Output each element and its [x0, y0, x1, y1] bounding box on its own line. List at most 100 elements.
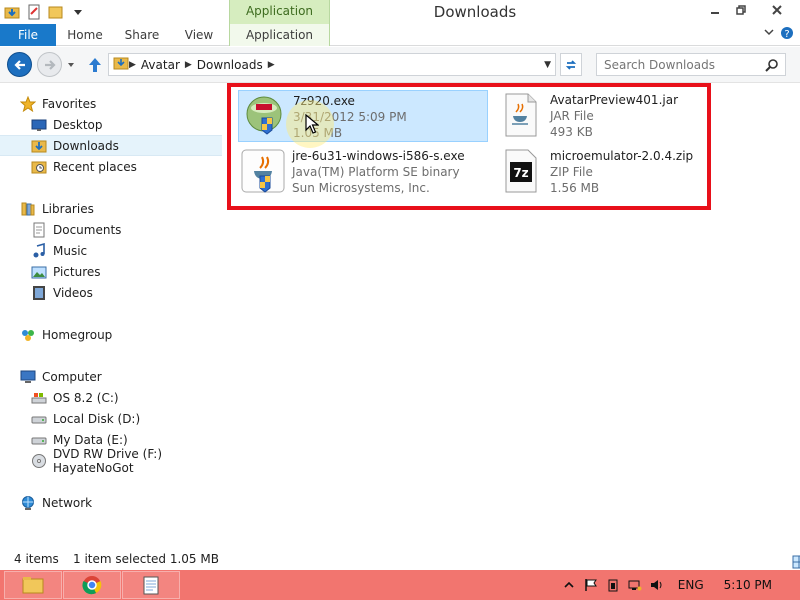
svg-text:?: ? [784, 29, 789, 40]
new-folder-icon[interactable] [46, 2, 66, 22]
show-hidden-icons-icon[interactable] [560, 577, 578, 593]
minimize-button[interactable] [702, 0, 728, 20]
file-name: AvatarPreview401.jar [550, 93, 679, 107]
tab-application[interactable]: Application [229, 24, 330, 46]
flag-icon[interactable] [582, 577, 600, 593]
installer-icon [239, 91, 289, 141]
dvd-drive-icon [31, 453, 47, 469]
file-name: jre-6u31-windows-i586-s.exe [292, 149, 465, 163]
sidebar-item-homegroup[interactable]: Homegroup [0, 324, 222, 345]
network-icon [20, 495, 36, 511]
network-status-icon[interactable] [626, 577, 644, 593]
sidebar-item-computer[interactable]: Computer [0, 366, 222, 387]
folder-download-icon[interactable] [2, 2, 22, 22]
file-item-7z920[interactable]: 7z920.exe 3/31/2012 5:09 PM 1.05 MB [238, 90, 488, 142]
notepad-icon [143, 576, 159, 595]
expand-ribbon-icon[interactable] [764, 26, 774, 43]
restore-button[interactable] [728, 0, 754, 20]
desktop-icon [31, 117, 47, 133]
videos-icon [31, 285, 47, 301]
sidebar-item-label: OS 8.2 (C:) [53, 390, 119, 405]
tab-view[interactable]: View [170, 24, 228, 46]
file-item-avatarpreview[interactable]: AvatarPreview401.jar JAR File 493 KB [496, 90, 706, 142]
file-type: ZIP File [550, 165, 593, 179]
hard-drive-icon [31, 432, 47, 448]
title-bar: Application Tools Downloads [0, 0, 800, 40]
volume-icon[interactable] [648, 577, 666, 593]
computer-icon [20, 369, 36, 385]
taskbar-notepad[interactable] [122, 571, 180, 599]
chevron-down-icon [68, 63, 74, 67]
breadcrumb-separator-icon[interactable]: ▶ [129, 60, 136, 70]
customize-toolbar-icon[interactable] [68, 2, 88, 22]
tab-share[interactable]: Share [114, 24, 170, 46]
system-drive-icon [31, 390, 47, 406]
search-box[interactable] [596, 53, 786, 76]
libraries-icon [20, 201, 36, 217]
file-item-microemulator[interactable]: 7z microemulator-2.0.4.zip ZIP File 1.56… [496, 146, 706, 198]
sidebar-item-drive-c[interactable]: OS 8.2 (C:) [0, 387, 222, 408]
recent-locations-dropdown[interactable] [66, 59, 76, 69]
sidebar-item-label: Computer [42, 369, 102, 384]
tab-home[interactable]: Home [56, 24, 114, 46]
breadcrumb-separator-icon[interactable]: ▶ [268, 60, 275, 70]
tab-file[interactable]: File [0, 24, 56, 46]
sidebar-item-desktop[interactable]: Desktop [0, 114, 222, 135]
search-input[interactable] [604, 57, 764, 72]
star-icon [19, 95, 37, 112]
sidebar-item-label: Pictures [53, 264, 101, 279]
taskbar-chrome[interactable] [63, 571, 121, 599]
sidebar-item-label: Favorites [42, 96, 97, 111]
sidebar-item-videos[interactable]: Videos [0, 282, 222, 303]
sidebar-item-label: Downloads [53, 138, 119, 153]
breadcrumb-avatar[interactable]: Avatar [136, 58, 185, 72]
7z-archive-icon: 7z [496, 146, 546, 196]
refresh-button[interactable] [560, 53, 582, 76]
address-bar[interactable]: ▶ Avatar ▶ Downloads ▶ ▼ [108, 53, 556, 76]
sidebar-item-libraries[interactable]: Libraries [0, 198, 222, 219]
taskbar-file-explorer[interactable] [4, 571, 62, 599]
sidebar-item-music[interactable]: Music [0, 240, 222, 261]
sidebar-item-label: Documents [53, 222, 122, 237]
sidebar-item-network[interactable]: Network [0, 492, 222, 513]
ribbon-right-controls: ? [764, 26, 794, 43]
downloads-folder-icon [31, 138, 47, 154]
selection-info: 1 item selected 1.05 MB [73, 552, 219, 566]
documents-icon [31, 222, 47, 238]
back-arrow-icon [13, 59, 25, 70]
file-item-jre[interactable]: jre-6u31-windows-i586-s.exe Java(TM) Pla… [238, 146, 493, 198]
close-button[interactable] [754, 0, 800, 20]
taskbar: ENG 5:10 PM [0, 570, 800, 600]
hard-drive-icon [31, 411, 47, 427]
breadcrumb-separator-icon[interactable]: ▶ [185, 60, 192, 70]
back-button[interactable] [7, 52, 32, 77]
file-description: Java(TM) Platform SE binary [292, 165, 460, 179]
sidebar-item-drive-f[interactable]: DVD RW Drive (F:) HayateNoGot [0, 447, 222, 475]
up-arrow-icon [89, 58, 101, 72]
file-type: JAR File [550, 109, 594, 123]
properties-icon[interactable] [24, 2, 44, 22]
help-icon[interactable]: ? [780, 26, 794, 43]
address-history-dropdown[interactable]: ▼ [544, 60, 551, 70]
sidebar-item-downloads[interactable]: Downloads [0, 135, 222, 156]
sidebar-item-label: Recent places [53, 159, 137, 174]
sidebar-item-recent-places[interactable]: Recent places [0, 156, 222, 177]
file-name: microemulator-2.0.4.zip [550, 149, 694, 163]
sidebar-item-drive-d[interactable]: Local Disk (D:) [0, 408, 222, 429]
sidebar-item-label: Local Disk (D:) [53, 411, 141, 426]
sidebar-item-pictures[interactable]: Pictures [0, 261, 222, 282]
power-icon[interactable] [604, 577, 622, 593]
forward-button[interactable] [37, 52, 62, 77]
status-bar: 4 items 1 item selected 1.05 MB [0, 548, 800, 570]
sidebar-item-label: Music [53, 243, 88, 258]
sidebar-item-documents[interactable]: Documents [0, 219, 222, 240]
file-size: 1.56 MB [550, 181, 600, 195]
breadcrumb-downloads[interactable]: Downloads [192, 58, 268, 72]
search-icon[interactable] [765, 58, 779, 75]
clock[interactable]: 5:10 PM [724, 578, 772, 592]
minimize-icon [711, 12, 719, 14]
input-language[interactable]: ENG [678, 578, 704, 592]
sidebar-item-favorites[interactable]: Favorites [0, 93, 222, 114]
music-icon [31, 242, 47, 259]
up-button[interactable] [85, 55, 105, 75]
